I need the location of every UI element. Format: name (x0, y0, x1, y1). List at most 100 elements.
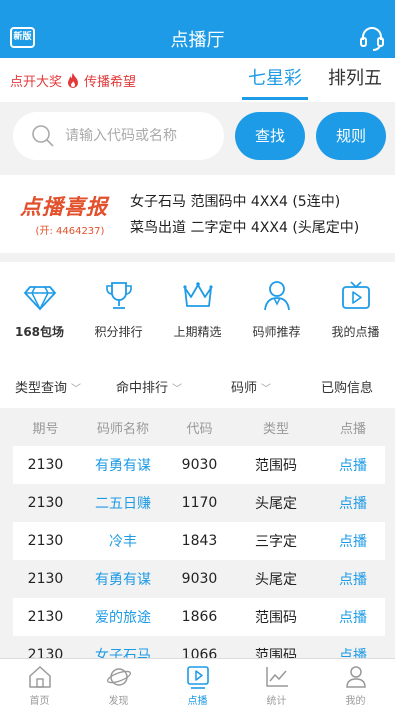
filter-purchased[interactable]: 已购信息 (321, 377, 373, 396)
customer-service-icon[interactable] (358, 24, 386, 52)
filter-bar: 类型查询 ﹀ 命中排行 ﹀ 码师 ﹀ 已购信息 (0, 362, 395, 408)
feature-168-venue[interactable]: 168包场 (0, 262, 79, 362)
cell-type: 范围码 (255, 458, 297, 474)
news-lines: 女子石马 范围码中 4XX4 (5连中) 菜鸟出道 二字定中 4XX4 (头尾定… (130, 191, 359, 243)
news-logo-sub: (开: 4464237) (35, 226, 105, 237)
filter-hit-rank[interactable]: 命中排行 ﹀ (116, 377, 182, 396)
vod-link[interactable]: 点播 (321, 607, 385, 627)
table-row: 2130 有勇有谋 9030 头尾定 点播 (13, 560, 385, 598)
chart-icon (265, 667, 288, 687)
top-bar: 新版 点播厅 (0, 0, 395, 58)
vod-link[interactable]: 点播 (321, 569, 385, 589)
lottery-tabs: 七星彩 排列五 (235, 58, 395, 102)
feature-last-picks[interactable]: 上期精选 (158, 262, 237, 362)
chevron-down-icon: ﹀ (261, 384, 272, 395)
vod-link[interactable]: 点播 (321, 493, 385, 513)
nav-vod[interactable]: 点播 (158, 659, 237, 714)
feature-label: 168包场 (14, 325, 65, 339)
rules-button[interactable]: 规则 (316, 112, 386, 160)
col-header: 期号 (32, 421, 59, 437)
cell-code: 1843 (181, 533, 218, 549)
tv-icon (341, 281, 370, 309)
promo-right-text: 传播希望 (84, 75, 137, 90)
search-area: 查找 规则 (0, 102, 395, 166)
table-row: 2130 二五日赚 1170 头尾定 点播 (13, 484, 385, 522)
nav-home[interactable]: 首页 (0, 659, 79, 714)
cell-code: 9030 (181, 571, 218, 587)
user-icon (263, 281, 290, 311)
planet-icon (106, 668, 131, 686)
promo-row: 点开大奖 传播希望 七星彩 排列五 (0, 58, 395, 102)
table-row: 2130 爱的旅途 1866 范围码 点播 (13, 598, 385, 636)
nav-stats[interactable]: 统计 (237, 659, 316, 714)
col-header: 码师名称 (96, 421, 149, 437)
nav-label: 统计 (266, 696, 287, 707)
news-line: 菜鸟出道 二字定中 4XX4 (头尾定中) (130, 220, 360, 236)
cell-master-name[interactable]: 冷丰 (78, 531, 168, 551)
tab-pailiewu[interactable]: 排列五 (315, 58, 395, 102)
vod-table: 期号 码师名称 代码 类型 点播 2130 有勇有谋 9030 范围码 点播 2… (13, 408, 385, 674)
chevron-down-icon: ﹀ (71, 384, 82, 395)
promo-slogan: 点开大奖 传播希望 (10, 71, 136, 90)
search-icon (32, 125, 54, 147)
nav-discover[interactable]: 发现 (79, 659, 158, 714)
search-box (13, 112, 224, 160)
play-icon (186, 666, 209, 689)
cell-type: 三字定 (255, 534, 297, 550)
filter-label: 命中排行 (116, 381, 169, 396)
cell-master-name[interactable]: 二五日赚 (78, 493, 168, 513)
home-icon (28, 666, 51, 688)
table-row: 2130 冷丰 1843 三字定 点播 (13, 522, 385, 560)
nav-profile[interactable]: 我的 (316, 659, 395, 714)
cell-period: 2130 (27, 495, 64, 511)
feature-label: 上期精选 (173, 325, 222, 339)
profile-icon (345, 666, 366, 688)
nav-label: 发现 (108, 696, 129, 707)
tab-qixingcai[interactable]: 七星彩 (235, 58, 315, 102)
chevron-down-icon: ﹀ (172, 384, 183, 395)
news-logo-title: 点播喜报 (20, 195, 108, 219)
filter-label: 已购信息 (321, 381, 374, 396)
cell-period: 2130 (27, 457, 64, 473)
cell-code: 1866 (181, 609, 218, 625)
cell-period: 2130 (27, 533, 64, 549)
vod-link[interactable]: 点播 (321, 531, 385, 551)
feature-grid: 168包场 积分排行 上期精选 码师推荐 我的点播 (0, 262, 395, 362)
cell-period: 2130 (27, 571, 64, 587)
cell-type: 头尾定 (255, 496, 297, 512)
filter-master[interactable]: 码师 ﹀ (231, 377, 271, 396)
cell-master-name[interactable]: 有勇有谋 (78, 455, 168, 475)
feature-label: 我的点播 (331, 325, 380, 339)
vod-link[interactable]: 点播 (321, 455, 385, 475)
feature-label: 积分排行 (94, 325, 143, 339)
page-title: 点播厅 (170, 30, 225, 51)
feature-label: 码师推荐 (252, 325, 301, 339)
feature-my-vod[interactable]: 我的点播 (316, 262, 395, 362)
cell-code: 9030 (181, 457, 218, 473)
col-header: 代码 (186, 421, 213, 437)
flame-icon (68, 72, 79, 88)
cell-master-name[interactable]: 有勇有谋 (78, 569, 168, 589)
promo-left-text: 点开大奖 (10, 75, 63, 90)
feature-points-rank[interactable]: 积分排行 (79, 262, 158, 362)
search-input[interactable] (65, 124, 215, 148)
cell-type: 范围码 (255, 610, 297, 626)
cell-code: 1170 (181, 495, 218, 511)
table-row: 2130 有勇有谋 9030 范围码 点播 (13, 446, 385, 484)
bottom-nav: 首页 发现 点播 统计 我的 (0, 658, 395, 714)
filter-type-query[interactable]: 类型查询 ﹀ (15, 377, 81, 396)
cell-period: 2130 (27, 609, 64, 625)
news-line: 女子石马 范围码中 4XX4 (5连中) (130, 194, 341, 210)
cell-type: 头尾定 (255, 572, 297, 588)
cell-master-name[interactable]: 爱的旅途 (78, 607, 168, 627)
feature-master-recommend[interactable]: 码师推荐 (237, 262, 316, 362)
filter-label: 类型查询 (15, 381, 68, 396)
trophy-icon (105, 282, 132, 309)
news-logo: 点播喜报 (开: 4464237) (20, 191, 120, 237)
find-button[interactable]: 查找 (235, 112, 305, 160)
news-banner[interactable]: 点播喜报 (开: 4464237) 女子石马 范围码中 4XX4 (5连中) 菜… (0, 175, 395, 253)
nav-label: 点播 (187, 696, 208, 707)
diamond-icon (23, 286, 56, 311)
table-header: 期号 码师名称 代码 类型 点播 (13, 408, 385, 446)
filter-label: 码师 (231, 381, 258, 396)
